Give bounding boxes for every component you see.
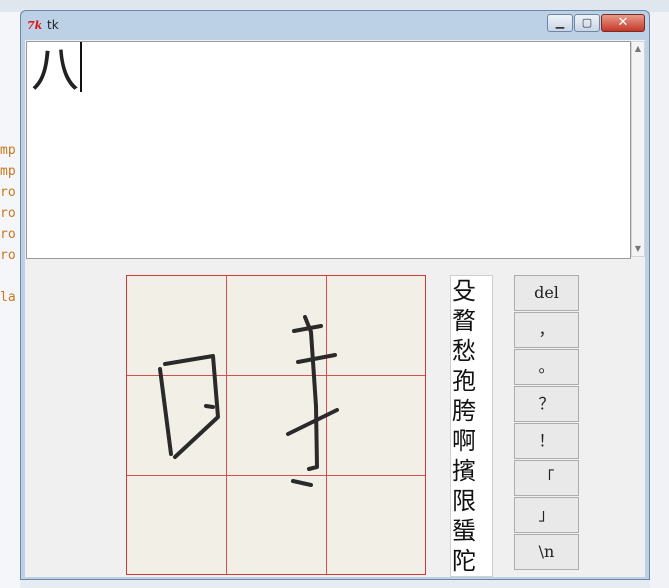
candidate-character[interactable]: 擯 (451, 456, 492, 486)
code-fragment: ro (0, 185, 16, 200)
candidate-character[interactable]: 孢 (451, 366, 492, 396)
exclamation-button[interactable]: ！ (514, 423, 579, 459)
newline-button[interactable]: \n (514, 534, 579, 570)
handwriting-canvas[interactable] (126, 275, 426, 575)
scroll-down-arrow-icon[interactable]: ▼ (633, 243, 643, 255)
delete-button[interactable]: del (514, 275, 579, 311)
stroke (296, 353, 337, 364)
candidate-character[interactable]: 陀 (451, 546, 492, 576)
minimize-button[interactable]: ▁ (547, 14, 573, 32)
text-content: 八 (31, 42, 83, 98)
close-button[interactable]: ✕ (601, 14, 645, 32)
candidate-character[interactable]: 殳 (451, 276, 492, 306)
code-fragment: ro (0, 248, 16, 263)
title-bar[interactable]: 7k tk ▁ ▢ ✕ (21, 11, 649, 39)
stroke (204, 404, 215, 409)
text-output-area[interactable]: 八 (26, 41, 631, 259)
handwritten-strokes (158, 315, 339, 487)
candidate-list: 殳 瞀 愁 孢 胯 啊 擯 限 蜑 陀 (450, 275, 493, 577)
scroll-up-arrow-icon[interactable]: ▲ (633, 43, 643, 55)
candidate-character[interactable]: 啊 (451, 426, 492, 456)
candidate-character[interactable]: 限 (451, 486, 492, 516)
comma-button[interactable]: ， (514, 312, 579, 348)
code-fragment: la (0, 290, 16, 305)
stroke (303, 315, 319, 471)
candidate-character[interactable]: 胯 (451, 396, 492, 426)
stroke (286, 408, 339, 436)
stroke (291, 479, 313, 487)
close-quote-button[interactable]: 」 (514, 497, 579, 533)
period-button[interactable]: 。 (514, 349, 579, 385)
window-client-area: 八 ▲ ▼ 殳 瞀 愁 孢 胯 啊 擯 限 蜑 陀 del ， 。 ？ ！ 「 … (25, 40, 645, 577)
text-value: 八 (31, 42, 80, 98)
candidate-character[interactable]: 蜑 (451, 516, 492, 546)
tk-feather-icon: 7k (27, 19, 43, 32)
handwriting-window: 7k tk ▁ ▢ ✕ 八 ▲ ▼ 殳 瞀 愁 孢 胯 啊 擯 限 蜑 陀 de… (20, 10, 650, 580)
maximize-button[interactable]: ▢ (574, 14, 600, 32)
code-fragment: mp (0, 143, 16, 158)
open-quote-button[interactable]: 「 (514, 460, 579, 496)
candidate-character[interactable]: 愁 (451, 336, 492, 366)
window-title: tk (47, 18, 59, 32)
text-caret (80, 42, 83, 92)
vertical-scrollbar[interactable]: ▲ ▼ (631, 41, 645, 257)
background-window-edge (650, 12, 669, 588)
background-code-fragments: mp mp ro ro ro ro la (0, 140, 22, 308)
candidate-character[interactable]: 瞀 (451, 306, 492, 336)
question-button[interactable]: ？ (514, 386, 579, 422)
code-fragment: ro (0, 206, 16, 221)
code-fragment: mp (0, 164, 16, 179)
stroke (158, 367, 173, 456)
code-fragment: ro (0, 227, 16, 242)
